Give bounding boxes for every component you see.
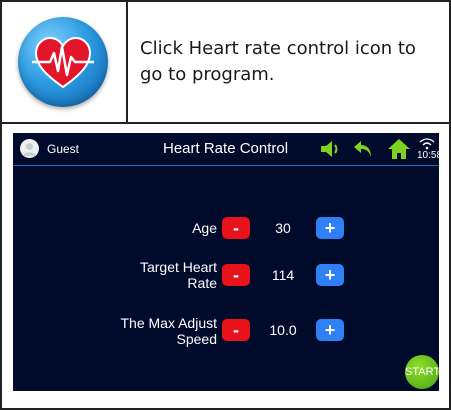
age-minus-button[interactable]: -: [222, 217, 250, 239]
target-heart-rate-plus-button[interactable]: +: [316, 264, 344, 286]
param-label-max-adjust-speed: The Max Adjust Speed: [120, 315, 218, 347]
speaker-icon[interactable]: [319, 138, 343, 164]
icon-cell: [2, 2, 128, 122]
max-adjust-speed-value: 10.0: [269, 322, 297, 338]
max-adjust-speed-minus-button[interactable]: -: [222, 319, 250, 341]
status-bar: Guest Heart Rate Control 10:58: [13, 133, 443, 166]
age-value: 30: [275, 220, 291, 236]
user-name: Guest: [47, 142, 80, 156]
start-button[interactable]: START: [405, 355, 439, 389]
avatar-icon[interactable]: [20, 139, 39, 158]
max-adjust-speed-plus-button[interactable]: +: [316, 319, 344, 341]
param-label-target-heart-rate: Target Heart Rate: [139, 259, 217, 291]
device-screen: Guest Heart Rate Control 10:58 Age - 30 …: [13, 133, 443, 391]
param-label-age: Age: [192, 220, 217, 236]
instruction-table: Click Heart rate control icon to go to p…: [0, 0, 451, 410]
heart-rate-icon[interactable]: [18, 17, 108, 107]
screen-title: Heart Rate Control: [163, 140, 289, 157]
age-plus-button[interactable]: +: [316, 217, 344, 239]
instruction-row: Click Heart rate control icon to go to p…: [2, 2, 449, 124]
clock: 10:58: [417, 150, 443, 161]
target-heart-rate-value: 114: [271, 267, 295, 283]
instruction-text: Click Heart rate control icon to go to p…: [140, 38, 416, 85]
back-arrow-icon[interactable]: [353, 138, 375, 164]
home-icon[interactable]: [387, 138, 411, 164]
target-heart-rate-minus-button[interactable]: -: [222, 264, 250, 286]
